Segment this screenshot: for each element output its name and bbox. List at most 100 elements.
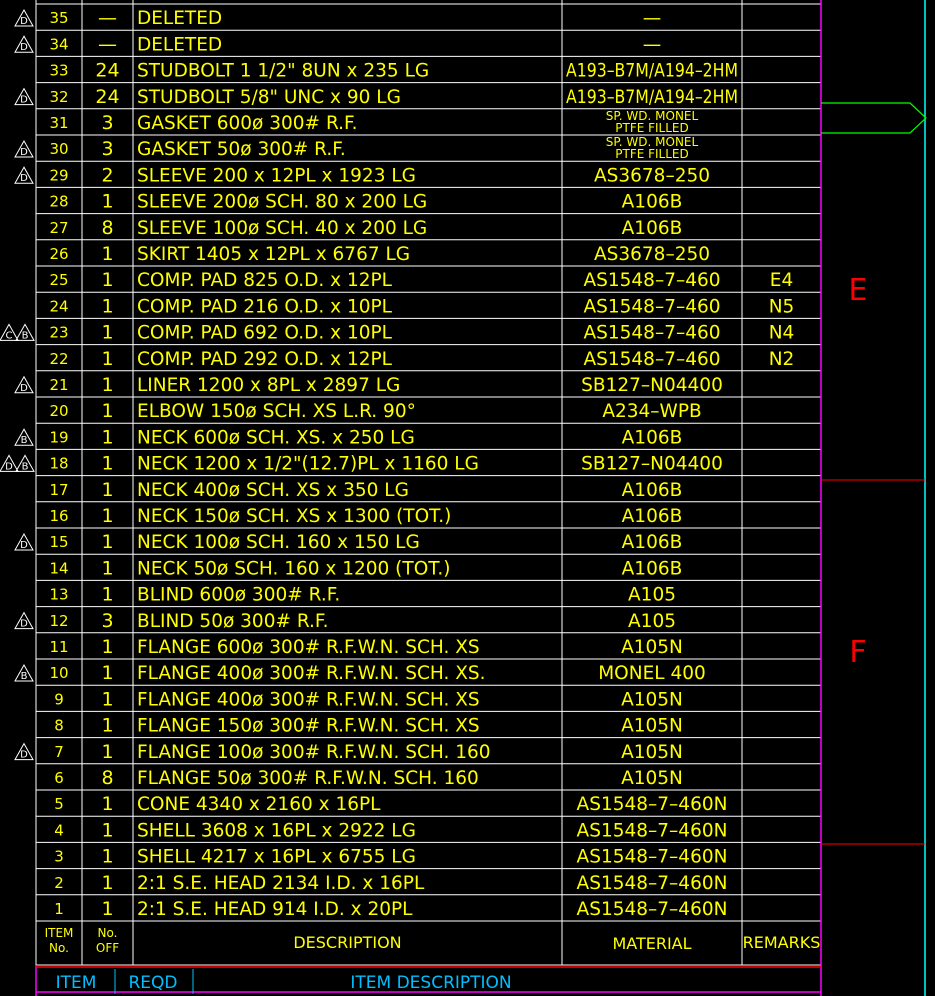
item-number: 17	[49, 481, 68, 499]
item-remarks: N5	[769, 296, 795, 317]
item-description: 2:1 S.E. HEAD 2134 I.D. x 16PL	[137, 873, 425, 894]
item-material: AS1548–7–460N	[577, 899, 728, 920]
item-number: 4	[54, 821, 64, 839]
footer-description-label: ITEM DESCRIPTION	[350, 973, 511, 993]
item-material: AS1548–7–460	[583, 323, 720, 344]
svg-text:D: D	[20, 619, 28, 630]
item-description: COMP. PAD 292 O.D. x 12PL	[137, 349, 393, 370]
item-number: 3	[54, 848, 64, 866]
revision-triangle-icon: D	[14, 742, 34, 761]
item-number: 14	[49, 559, 68, 577]
svg-text:B: B	[21, 671, 28, 682]
item-description: COMP. PAD 216 O.D. x 10PL	[137, 296, 393, 317]
item-number: 5	[54, 795, 64, 813]
item-quantity: 1	[101, 426, 113, 448]
item-material: A105N	[621, 742, 683, 763]
item-quantity: 1	[101, 688, 113, 710]
item-quantity: 1	[101, 898, 113, 920]
item-description: COMP. PAD 692 O.D. x 10PL	[137, 323, 393, 344]
item-material: AS1548–7–460	[583, 349, 720, 370]
item-description: 2:1 S.E. HEAD 914 I.D. x 20PL	[137, 899, 413, 920]
item-quantity: 1	[101, 584, 113, 606]
bill-of-materials-drawing: EF35— DELETED —D34— DELETED —D33 24 STUDBOLT 1…	[0, 0, 927, 996]
svg-text:D: D	[20, 16, 28, 27]
item-description: SLEEVE 200 x 12PL x 1923 LG	[137, 165, 416, 186]
header-qty-label: No.	[98, 926, 118, 940]
item-description: FLANGE 100ø 300# R.F.W.N. SCH. 160	[137, 742, 491, 763]
revision-triangle-icon: B	[15, 454, 35, 472]
svg-text:D: D	[20, 147, 28, 158]
revision-triangle-icon: D	[14, 375, 34, 394]
svg-text:C: C	[6, 330, 13, 341]
item-number: 9	[54, 690, 64, 708]
item-number: 7	[54, 743, 64, 761]
item-material: A105N	[621, 768, 683, 789]
item-description: FLANGE 400ø 300# R.F.W.N. SCH. XS	[137, 689, 480, 710]
svg-text:D: D	[20, 540, 28, 551]
svg-text:D: D	[20, 95, 28, 106]
item-material: SB127–N04400	[581, 454, 723, 475]
item-material: AS3678–250	[594, 244, 710, 265]
item-quantity: 3	[101, 112, 113, 134]
item-number: 35	[49, 9, 68, 27]
item-quantity: 2	[101, 164, 113, 186]
item-quantity: 1	[101, 872, 113, 894]
item-quantity: 1	[101, 400, 113, 422]
item-material: A106B	[622, 506, 683, 527]
item-quantity: 1	[101, 479, 113, 501]
item-material: SB127–N04400	[581, 375, 723, 396]
item-quantity: 3	[101, 138, 113, 160]
svg-text:B: B	[21, 435, 28, 446]
item-number: 10	[49, 664, 68, 682]
item-quantity: 1	[101, 846, 113, 868]
svg-text:B: B	[22, 330, 29, 341]
item-number: 21	[49, 376, 68, 394]
header-qty-label: OFF	[96, 941, 119, 955]
revision-triangle-icon: D	[14, 35, 34, 53]
item-remarks: N2	[769, 349, 795, 370]
item-quantity: 1	[101, 505, 113, 527]
item-quantity: 1	[101, 243, 113, 265]
green-flag-marker	[821, 102, 927, 134]
item-quantity: 1	[101, 191, 113, 213]
item-description: SLEEVE 100ø SCH. 40 x 200 LG	[137, 218, 427, 239]
item-number: 8	[54, 717, 64, 735]
header-remarks-label: REMARKS	[743, 933, 821, 952]
header-item-label: ITEM	[45, 926, 74, 940]
item-description: NECK 50ø SCH. 160 x 1200 (TOT.)	[137, 558, 450, 579]
item-material: A106B	[622, 480, 683, 501]
item-number: 22	[49, 350, 68, 368]
svg-text:D: D	[20, 173, 28, 184]
item-material: AS1548–7–460N	[577, 794, 728, 815]
footer-reqd-label: REQD	[128, 973, 177, 993]
item-number: 2	[54, 874, 64, 892]
item-number: 30	[49, 140, 68, 158]
revision-triangle-icon: D	[14, 532, 34, 551]
item-description: DELETED	[137, 34, 222, 55]
item-material: A105	[628, 611, 676, 632]
item-number: 16	[49, 507, 68, 525]
revision-triangle-icon: D	[14, 8, 34, 27]
item-description: CONE 4340 x 2160 x 16PL	[137, 794, 381, 815]
item-number: 15	[49, 533, 68, 551]
zone-label: F	[849, 635, 866, 670]
cad-drawing-canvas[interactable]: E F 35— DELETED — D 34— DELETED — D 33 24 STUDBOLT 1…	[0, 0, 935, 996]
item-description: NECK 1200 x 1/2"(12.7)PL x 1160 LG	[137, 454, 479, 475]
item-description: ELBOW 150ø SCH. XS L.R. 90°	[137, 401, 416, 422]
item-number: 13	[49, 586, 68, 604]
item-material: A193–B7M/A194–2HM	[566, 87, 738, 108]
item-remarks: E4	[770, 270, 793, 291]
item-material: A105N	[621, 689, 683, 710]
item-material: A106B	[622, 218, 683, 239]
item-material: AS1548–7–460N	[577, 847, 728, 868]
revision-triangle-icon: C	[0, 323, 19, 341]
item-quantity: 24	[95, 86, 119, 108]
svg-text:D: D	[20, 383, 28, 394]
item-quantity: 24	[95, 60, 119, 82]
item-description: SHELL 4217 x 16PL x 6755 LG	[137, 847, 416, 868]
item-number: 34	[49, 35, 68, 53]
item-quantity: —	[98, 33, 117, 55]
revision-triangle-icon: D	[14, 139, 34, 158]
svg-text:D: D	[20, 750, 28, 761]
item-description: NECK 150ø SCH. XS x 1300 (TOT.)	[137, 506, 451, 527]
